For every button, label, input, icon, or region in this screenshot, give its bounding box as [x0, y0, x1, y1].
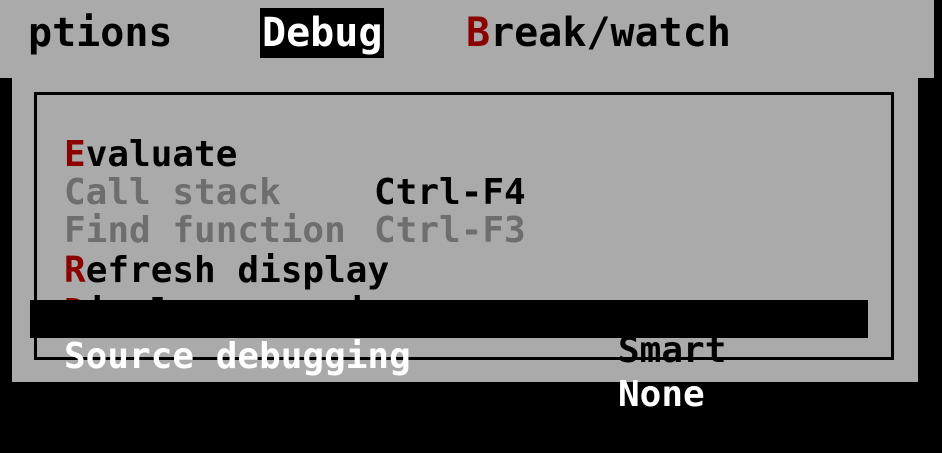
menu-item-find-function: Find function	[28, 174, 864, 250]
menu-options-label: ptions	[28, 10, 173, 56]
menu-item-refresh-display[interactable]: Refresh display	[28, 214, 864, 290]
menu-item-evaluate[interactable]: Evaluate Ctrl-F4	[28, 98, 864, 212]
menu-item-source-debugging-label: Source debugging	[64, 336, 411, 377]
menu-item-display-swapping[interactable]: Display swapping Smart	[28, 256, 864, 370]
menu-break-watch[interactable]: Break/watch	[466, 8, 731, 58]
menu-item-source-debugging-value: None	[618, 374, 705, 415]
screen-edge	[934, 0, 942, 390]
menu-bar: ptions Debug Break/watch	[0, 0, 942, 78]
menu-break-watch-hotkey: B	[466, 10, 491, 56]
menu-debug[interactable]: Debug	[260, 8, 385, 58]
menu-item-source-debugging[interactable]: Source debugging None	[30, 300, 868, 414]
menu-options[interactable]: ptions	[28, 8, 173, 58]
menu-item-call-stack: Call stack Ctrl-F3	[28, 136, 864, 250]
dos-screen: ptions Debug Break/watch Evaluate Ctrl-F…	[0, 0, 942, 414]
menu-break-watch-rest: reak/watch	[490, 10, 731, 56]
menu-debug-label: Debug	[262, 10, 383, 56]
